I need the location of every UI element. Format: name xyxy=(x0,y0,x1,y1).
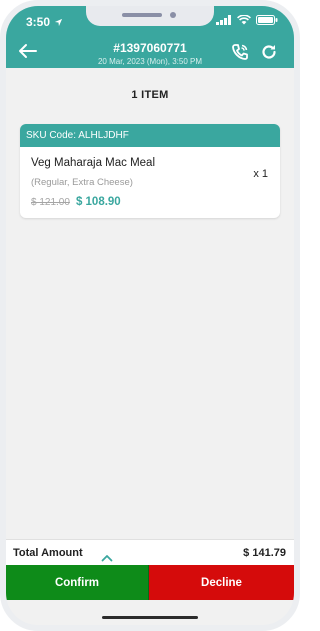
total-bar: Total Amount $ 141.79 xyxy=(6,539,294,565)
status-time: 3:50 xyxy=(26,15,63,29)
expand-total-button[interactable] xyxy=(101,549,113,562)
camera-dot xyxy=(170,12,176,18)
item-options: (Regular, Extra Cheese) xyxy=(31,177,133,188)
signal-icon xyxy=(216,15,231,25)
device-notch xyxy=(86,6,214,26)
original-price: $ 121.00 xyxy=(31,197,70,208)
wifi-icon xyxy=(237,15,251,25)
battery-icon xyxy=(256,15,278,25)
chevron-up-icon xyxy=(101,555,113,562)
screen: 3:50 #1397060771 20 Mar, 2023 (Mon), 3:5… xyxy=(6,6,294,625)
decline-button[interactable]: Decline xyxy=(149,565,294,600)
order-item-card: SKU Code: ALHLJDHF Veg Maharaja Mac Meal… xyxy=(20,124,280,218)
sku-code: SKU Code: ALHLJDHF xyxy=(20,124,280,147)
order-date: 20 Mar, 2023 (Mon), 3:50 PM xyxy=(97,57,203,66)
refresh-button[interactable] xyxy=(260,43,278,61)
app-header: 3:50 #1397060771 20 Mar, 2023 (Mon), 3:5… xyxy=(6,6,294,68)
phone-call-icon xyxy=(232,44,248,60)
refresh-icon xyxy=(262,45,276,59)
order-id: #1397060771 xyxy=(113,41,187,55)
location-arrow-icon xyxy=(54,18,63,26)
status-time-text: 3:50 xyxy=(26,15,51,29)
action-bar: Confirm Decline xyxy=(6,565,294,600)
total-amount: $ 141.79 xyxy=(243,547,286,559)
price-row: $ 121.00 $ 108.90 xyxy=(31,196,121,208)
status-icons xyxy=(216,15,278,25)
speaker-grille xyxy=(122,13,162,17)
item-quantity: x 1 xyxy=(253,168,268,180)
phone-frame: 3:50 #1397060771 20 Mar, 2023 (Mon), 3:5… xyxy=(0,0,300,631)
total-label: Total Amount xyxy=(13,547,83,559)
item-name: Veg Maharaja Mac Meal xyxy=(31,157,156,169)
items-count: 1 ITEM xyxy=(131,89,169,101)
home-indicator xyxy=(102,616,198,619)
final-price: $ 108.90 xyxy=(75,196,121,208)
confirm-button[interactable]: Confirm xyxy=(6,565,149,600)
call-button[interactable] xyxy=(230,42,250,62)
